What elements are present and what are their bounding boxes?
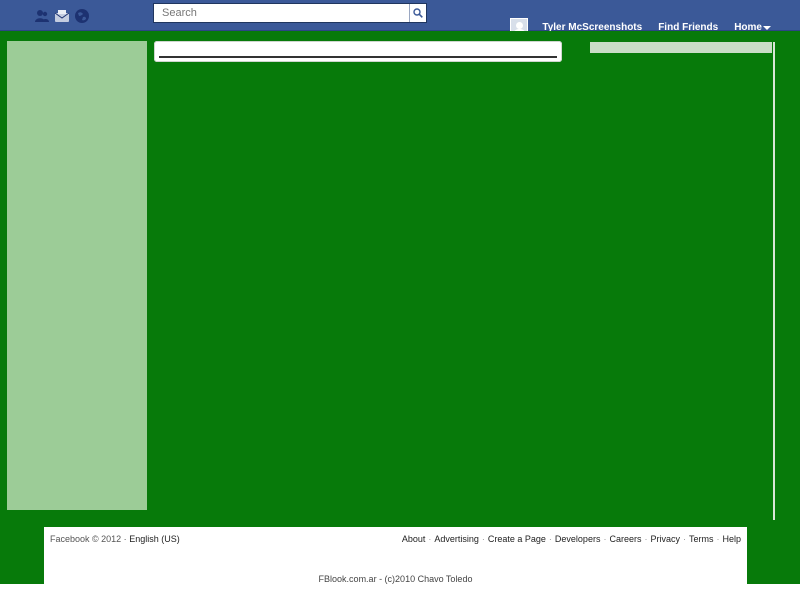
avatar-placeholder-icon <box>516 22 524 29</box>
notification-jewels <box>34 8 90 24</box>
footer-link-help[interactable]: Help <box>722 534 741 544</box>
footer-link-privacy[interactable]: Privacy <box>650 534 680 544</box>
right-scrollbar[interactable] <box>773 42 775 520</box>
composer-divider <box>159 56 557 58</box>
footer-separator: · <box>682 534 686 544</box>
footer-separator: · <box>548 534 552 544</box>
left-sidebar <box>7 41 147 510</box>
main-content <box>0 31 800 584</box>
footer-link-advertising[interactable]: Advertising <box>434 534 479 544</box>
footer-separator: · <box>716 534 720 544</box>
footer-link-careers[interactable]: Careers <box>609 534 641 544</box>
top-nav-bar: Tyler McScreenshots Find Friends Home <box>0 0 800 36</box>
footer-copyright: Facebook © 2012 · English (US) <box>50 534 180 544</box>
footer-links: About · Advertising · Create a Page · De… <box>402 534 741 544</box>
footer-link-about[interactable]: About <box>402 534 426 544</box>
copyright-text: Facebook © 2012 · <box>50 534 127 544</box>
site-credit: FBlook.com.ar - (c)2010 Chavo Toledo <box>318 574 473 584</box>
friend-requests-icon[interactable] <box>34 8 50 24</box>
search-input[interactable] <box>154 4 410 22</box>
messages-icon[interactable] <box>54 8 70 24</box>
footer-separator: · <box>428 534 432 544</box>
search-icon <box>413 8 423 18</box>
footer-link-create-page[interactable]: Create a Page <box>488 534 546 544</box>
footer-separator: · <box>481 534 485 544</box>
footer-separator: · <box>644 534 648 544</box>
footer-link-developers[interactable]: Developers <box>555 534 601 544</box>
search-button[interactable] <box>409 4 426 22</box>
notifications-globe-icon[interactable] <box>74 8 90 24</box>
page-footer: Facebook © 2012 · English (US) About · A… <box>44 527 747 585</box>
footer-link-terms[interactable]: Terms <box>689 534 714 544</box>
right-sidebar-header <box>590 42 772 53</box>
language-link[interactable]: English (US) <box>129 534 180 544</box>
search-box <box>153 3 427 23</box>
footer-separator: · <box>603 534 607 544</box>
status-composer[interactable] <box>154 41 562 62</box>
